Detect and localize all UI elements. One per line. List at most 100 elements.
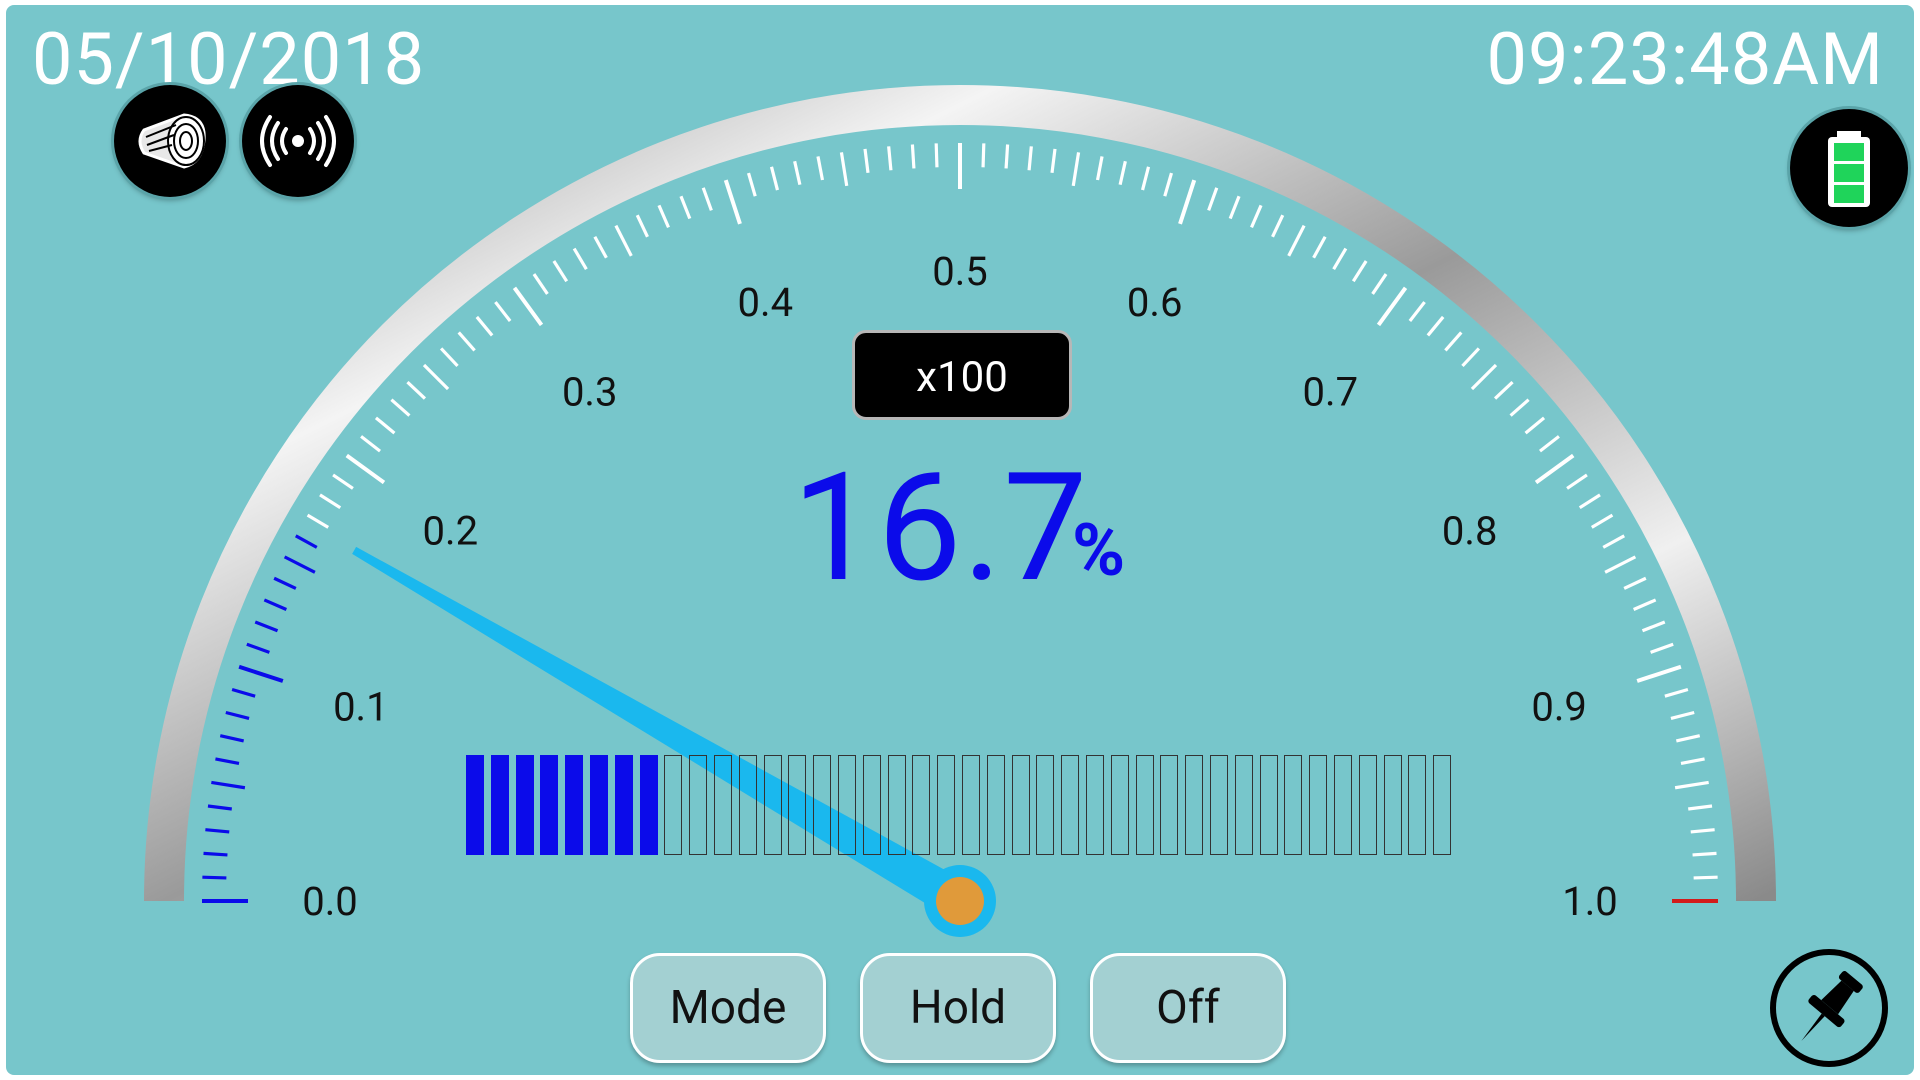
gauge-tick	[1590, 513, 1614, 529]
meter-screen: 05/10/2018 09:23:48AM 0.0 0.1 0.2 0.3 0.…	[6, 5, 1914, 1075]
gauge-tick	[202, 875, 227, 880]
gauge-tick	[332, 473, 354, 490]
pin-button[interactable]	[1770, 949, 1888, 1067]
gauge-tick	[283, 555, 316, 574]
gauge-tick	[1271, 214, 1285, 238]
level-segment	[986, 755, 1005, 855]
gauge-tick	[1632, 598, 1657, 611]
level-segment	[1086, 755, 1104, 855]
level-segment	[1036, 755, 1055, 855]
gauge-tick	[422, 363, 450, 391]
gauge-tick	[306, 513, 330, 529]
gauge-tick	[1332, 247, 1348, 271]
gauge-tick	[439, 347, 459, 368]
gauge-tick	[746, 172, 757, 197]
gauge-scale-label: 0.7	[1303, 368, 1359, 415]
gauge-tick	[723, 179, 742, 225]
gauge-tick	[238, 664, 284, 683]
gauge-tick	[475, 315, 494, 337]
gauge-tick	[205, 828, 230, 834]
level-segment	[887, 755, 906, 855]
gauge-tick	[1470, 363, 1498, 391]
off-button[interactable]: Off	[1090, 953, 1286, 1063]
gauge-tick	[1228, 195, 1241, 220]
gauge-tick	[701, 187, 713, 211]
gauge-scale-label: 0.3	[562, 368, 618, 415]
gauge-tick	[1636, 664, 1682, 683]
hold-button[interactable]: Hold	[860, 953, 1056, 1063]
gauge-tick	[211, 780, 246, 790]
level-segment	[738, 755, 757, 855]
gauge-tick	[263, 598, 288, 611]
level-segment	[1234, 755, 1253, 855]
level-segment	[466, 755, 484, 855]
gauge-tick	[1178, 179, 1197, 225]
level-segment	[962, 755, 980, 855]
level-segment	[689, 755, 708, 855]
gauge-tick	[512, 286, 544, 327]
level-segment	[813, 755, 832, 855]
gauge-tick	[1534, 453, 1575, 485]
mode-button[interactable]: Mode	[630, 953, 826, 1063]
level-segment	[1284, 755, 1303, 855]
level-segment	[1061, 755, 1080, 855]
level-segment	[1408, 755, 1427, 855]
gauge-tick	[231, 687, 256, 698]
gauge-tick	[219, 734, 245, 743]
gauge-tick	[863, 148, 870, 173]
gauge-scale-label: 0.4	[738, 279, 794, 326]
gauge-tick	[572, 247, 588, 271]
gauge-tick	[203, 851, 228, 857]
pushpin-icon	[1801, 970, 1863, 1041]
gauge-tick	[614, 224, 633, 257]
gauge-tick	[1670, 710, 1695, 721]
gauge-tick	[246, 642, 270, 654]
gauge-tick	[635, 214, 649, 238]
gauge-tick	[1140, 166, 1151, 191]
gauge-tick	[887, 146, 893, 171]
gauge-tick	[294, 534, 318, 549]
level-segment	[862, 755, 881, 855]
level-segment	[912, 755, 931, 855]
gauge-tick	[1408, 301, 1426, 323]
level-segment	[1259, 755, 1278, 855]
gauge-tick	[1692, 851, 1717, 857]
gauge-tick	[769, 166, 780, 191]
gauge-tick	[207, 804, 232, 811]
gauge-tick	[1566, 473, 1588, 490]
level-segment	[1210, 755, 1228, 855]
level-segment	[788, 755, 807, 855]
level-segment	[1110, 755, 1129, 855]
level-segment	[1011, 755, 1030, 855]
level-segment	[1135, 755, 1154, 855]
gauge-tick	[406, 380, 427, 400]
gauge-tick	[910, 144, 916, 169]
gauge-tick	[1250, 204, 1263, 229]
gauge-tick	[1675, 734, 1701, 743]
gauge-tick	[225, 710, 250, 721]
gauge-tick	[1050, 148, 1057, 173]
level-segment	[763, 755, 782, 855]
gauge-tick	[1524, 416, 1546, 435]
gauge-tick	[360, 435, 382, 453]
gauge-tick	[1351, 260, 1368, 283]
level-segment	[1433, 755, 1452, 855]
gauge-scale-label: 0.2	[423, 508, 479, 555]
level-segment	[714, 755, 732, 855]
gauge-tick	[1680, 757, 1705, 766]
needle-pivot	[936, 877, 984, 925]
level-segment	[1309, 755, 1328, 855]
level-segment	[838, 755, 856, 855]
level-segment	[490, 755, 509, 855]
gauge-tick	[1461, 347, 1481, 368]
gauge-tick	[457, 331, 476, 352]
level-segment	[515, 755, 534, 855]
gauge-tick	[273, 576, 297, 590]
level-segment	[1358, 755, 1377, 855]
gauge-tick	[1693, 875, 1718, 880]
gauge-tick	[1071, 152, 1081, 187]
gauge-tick	[345, 453, 386, 485]
gauge-tick	[1674, 780, 1709, 790]
gauge-tick	[1426, 315, 1445, 337]
gauge-tick	[934, 143, 939, 168]
